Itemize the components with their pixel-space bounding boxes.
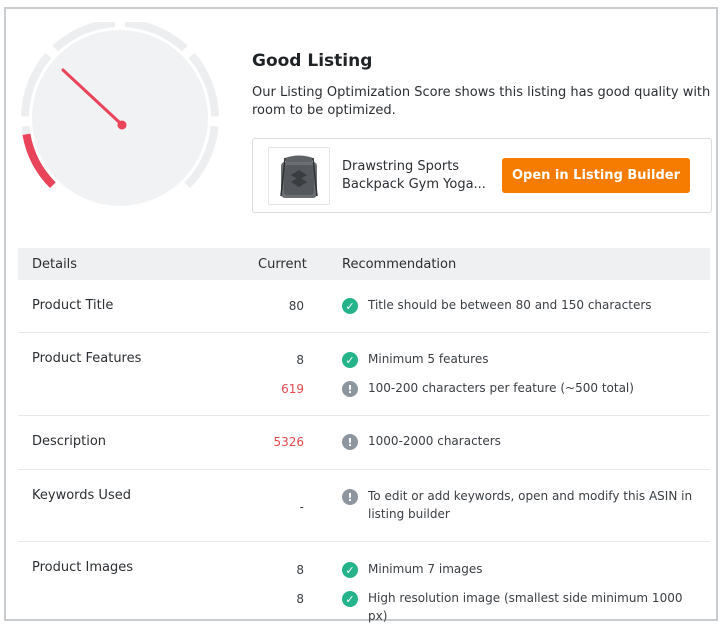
open-in-listing-builder-button[interactable]: Open in Listing Builder bbox=[502, 158, 690, 193]
backpack-image bbox=[280, 155, 318, 198]
recommendation-text: Minimum 7 images bbox=[368, 562, 483, 576]
recommendation-item: 8 ✓ Minimum 5 features bbox=[18, 350, 710, 370]
current-value: 619 bbox=[281, 382, 304, 396]
product-card: Drawstring Sports Backpack Gym Yoga... O… bbox=[252, 138, 712, 213]
recommendation-item: 8 ✓ Minimum 7 images bbox=[18, 560, 710, 580]
product-name-line1: Drawstring Sports bbox=[342, 159, 460, 174]
gauge-background bbox=[32, 30, 208, 206]
check-circle-icon: ✓ bbox=[342, 352, 358, 368]
current-value: 8 bbox=[296, 353, 304, 367]
recommendation-text: 1000-2000 characters bbox=[368, 434, 501, 448]
table-header: Details Current Recommendation bbox=[18, 248, 710, 280]
current-value: 5326 bbox=[273, 435, 304, 449]
current-value: - bbox=[299, 500, 304, 514]
header-current: Current bbox=[258, 257, 307, 272]
table-row: Keywords Used - ! To edit or add keyword… bbox=[18, 470, 710, 542]
details-table: Details Current Recommendation Product T… bbox=[18, 248, 710, 623]
table-row: Product Features 8 ✓ Minimum 5 features … bbox=[18, 333, 710, 416]
current-value: 8 bbox=[296, 563, 304, 577]
check-circle-icon: ✓ bbox=[342, 591, 358, 607]
recommendation-item: - ! To edit or add keywords, open and mo… bbox=[18, 487, 710, 521]
table-row: Description 5326 ! 1000-2000 characters bbox=[18, 416, 710, 470]
product-name-line2: Backpack Gym Yoga... bbox=[342, 177, 486, 192]
exclamation-circle-icon: ! bbox=[342, 489, 358, 505]
score-title: Good Listing bbox=[252, 51, 373, 71]
recommendation-text: 100-200 characters per feature (~500 tot… bbox=[368, 381, 634, 395]
score-description: Our Listing Optimization Score shows thi… bbox=[252, 85, 711, 118]
exclamation-circle-icon: ! bbox=[342, 434, 358, 450]
score-gauge bbox=[21, 22, 219, 206]
recommendation-text: Minimum 5 features bbox=[368, 352, 489, 366]
header-details: Details bbox=[32, 257, 78, 272]
recommendation-text: High resolution image (smallest side min… bbox=[368, 591, 683, 623]
table-row: Product Title 80 ✓ Title should be betwe… bbox=[18, 280, 710, 333]
header-recommendation: Recommendation bbox=[342, 257, 457, 272]
exclamation-circle-icon: ! bbox=[342, 381, 358, 397]
recommendation-item: 8 ✓ High resolution image (smallest side… bbox=[18, 589, 710, 623]
recommendation-item: 5326 ! 1000-2000 characters bbox=[18, 432, 710, 452]
table-row: Product Images 8 ✓ Minimum 7 images 8 ✓ … bbox=[18, 542, 710, 623]
current-value: 80 bbox=[288, 299, 304, 313]
check-circle-icon: ✓ bbox=[342, 298, 358, 314]
recommendation-text: To edit or add keywords, open and modify… bbox=[368, 489, 693, 521]
gauge-needle-hub bbox=[117, 120, 127, 130]
product-thumbnail bbox=[268, 147, 330, 205]
recommendation-text: Title should be between 80 and 150 chara… bbox=[368, 298, 652, 312]
recommendation-item: 619 ! 100-200 characters per feature (~5… bbox=[18, 379, 710, 399]
check-circle-icon: ✓ bbox=[342, 562, 358, 578]
product-name: Drawstring Sports Backpack Gym Yoga... bbox=[342, 158, 492, 194]
current-value: 8 bbox=[296, 592, 304, 606]
recommendation-item: 80 ✓ Title should be between 80 and 150 … bbox=[18, 296, 710, 316]
